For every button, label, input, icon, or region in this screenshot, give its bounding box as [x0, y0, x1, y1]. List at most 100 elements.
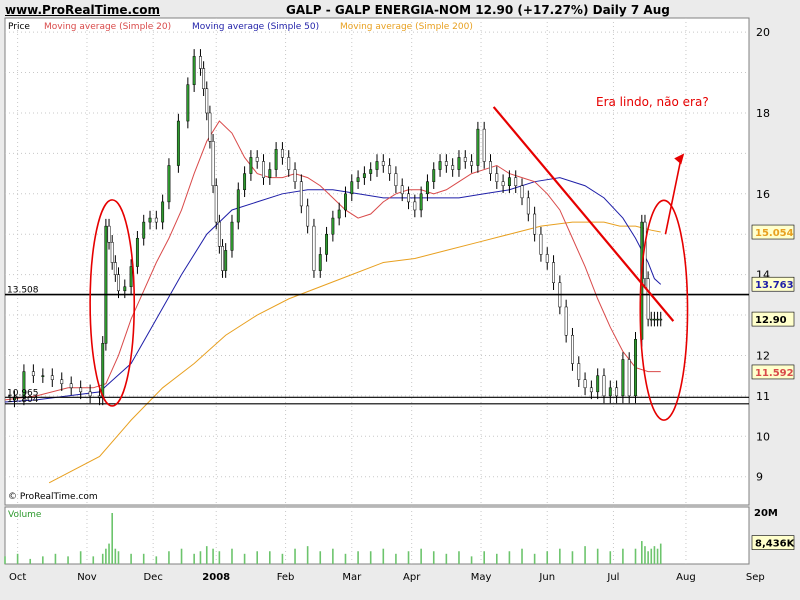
- x-tick-label: Jun: [538, 572, 555, 583]
- candle-body: [107, 225, 111, 243]
- candle-body: [413, 201, 417, 211]
- candle-body: [129, 266, 133, 288]
- candle-body: [230, 221, 234, 251]
- candle-body: [583, 379, 587, 389]
- candle-body: [249, 157, 253, 174]
- candle-body: [520, 185, 524, 199]
- candle-body: [476, 128, 480, 166]
- candle-body: [375, 161, 379, 170]
- candle-body: [167, 165, 171, 203]
- y-tick-label: 9: [756, 471, 763, 484]
- candle-body: [208, 112, 212, 142]
- candle-body: [221, 246, 224, 271]
- x-tick-label: Apr: [403, 572, 421, 583]
- volume-last-text: 8,436K: [755, 539, 796, 550]
- legend-ma20: Moving average (Simple 20): [44, 22, 171, 32]
- candle-body: [425, 181, 429, 195]
- x-tick-label: Feb: [277, 572, 295, 583]
- candle-body: [533, 213, 537, 235]
- candle-body: [161, 201, 165, 223]
- candle-body: [362, 173, 366, 178]
- candle-body: [577, 363, 581, 380]
- candle-body: [482, 128, 486, 162]
- price-panel: [4, 17, 750, 506]
- candle-body: [444, 161, 448, 166]
- last-value-text: 15.054: [755, 228, 794, 239]
- candle-body: [649, 318, 653, 321]
- candle-body: [451, 165, 455, 170]
- x-tick-label: Jul: [606, 572, 619, 583]
- candle-body: [135, 238, 139, 267]
- candle-body: [123, 286, 127, 292]
- horizontal-line-label: 10.804: [7, 395, 39, 405]
- candle-body: [325, 233, 329, 255]
- candle-body: [88, 391, 92, 397]
- candle-body: [192, 56, 196, 85]
- candle-body: [337, 209, 341, 219]
- candle-body: [50, 375, 54, 380]
- candle-body: [552, 262, 555, 283]
- candle-body: [69, 383, 73, 389]
- candle-body: [432, 169, 436, 182]
- copyright: © ProRealTime.com: [8, 492, 98, 502]
- candle-body: [199, 56, 202, 69]
- candle-body: [202, 68, 206, 89]
- candle-body: [262, 161, 265, 178]
- candle-body: [255, 157, 259, 162]
- candle-body: [419, 193, 423, 211]
- last-value-text: 11.592: [755, 368, 794, 379]
- y-tick-label: 10: [756, 430, 770, 443]
- candle-body: [514, 177, 518, 186]
- candle-body: [526, 197, 530, 215]
- candle-body: [60, 379, 64, 385]
- candle-body: [243, 173, 247, 191]
- candle-body: [101, 343, 105, 399]
- candle-body: [113, 262, 117, 275]
- price-chart: 13.50810.96510.804 910111214161820Oct Nov…: [4, 17, 796, 583]
- last-value-text: 13.763: [755, 280, 794, 291]
- candle-body: [31, 371, 35, 376]
- candle-body: [489, 161, 492, 174]
- candle-body: [268, 169, 272, 178]
- candle-body: [589, 387, 593, 393]
- candle-body: [306, 205, 310, 227]
- candle-body: [236, 189, 240, 223]
- candle-body: [176, 120, 180, 166]
- candle-body: [659, 318, 663, 321]
- candle-body: [154, 217, 158, 223]
- candle-body: [331, 217, 335, 235]
- candle-body: [356, 177, 360, 182]
- legend-ma50: Moving average (Simple 50): [192, 22, 319, 32]
- x-tick-label: Sep: [746, 572, 765, 583]
- candle-body: [539, 233, 543, 255]
- candle-body: [274, 149, 278, 170]
- candle-body: [117, 274, 120, 292]
- candle-body: [545, 254, 549, 263]
- candle-body: [602, 375, 606, 397]
- candle-body: [214, 185, 218, 223]
- candle-body: [318, 254, 322, 271]
- candle-body: [344, 193, 347, 211]
- candle-body: [287, 157, 291, 170]
- candle-body: [646, 278, 650, 320]
- x-tick-label: Nov: [77, 572, 97, 583]
- candle-body: [369, 169, 373, 174]
- candle-body: [381, 161, 385, 166]
- candle-body: [312, 225, 316, 271]
- y-tick-label: 18: [756, 107, 770, 120]
- candle-body: [211, 141, 215, 186]
- y-tick-label: 12: [756, 349, 770, 362]
- candle-body: [79, 387, 83, 393]
- horizontal-line-label: 13.508: [7, 286, 39, 296]
- candle-body: [110, 242, 114, 263]
- volume-panel: [4, 506, 750, 565]
- volume-label: Volume: [8, 510, 42, 520]
- candle-body: [224, 250, 228, 271]
- candle-body: [41, 375, 45, 377]
- candle-body: [186, 84, 190, 122]
- candle-body: [205, 88, 209, 114]
- candle-body: [652, 318, 656, 321]
- candle-body: [438, 161, 442, 170]
- candle-body: [615, 387, 619, 397]
- y-tick-label: 11: [756, 390, 770, 403]
